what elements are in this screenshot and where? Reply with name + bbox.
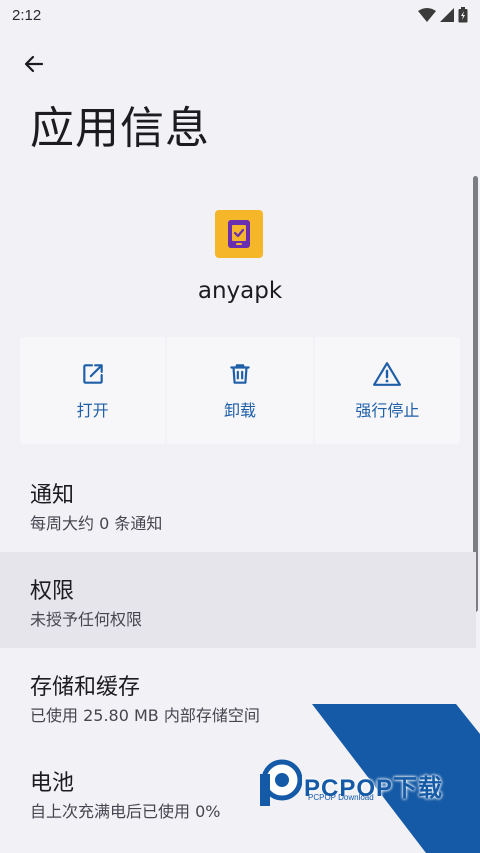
list-item-title: 存储和缓存 (30, 675, 141, 700)
status-time: 2:12 (12, 6, 42, 24)
action-row: 打开 卸载 强行停止 (20, 337, 460, 444)
page-title: 应用信息 (30, 103, 210, 154)
list-item-notifications[interactable]: 通知 每周大约 0 条通知 (0, 456, 476, 552)
phone-check-icon (228, 220, 250, 248)
open-button-label: 打开 (76, 400, 109, 420)
app-name: anyapk (197, 278, 283, 304)
app-icon (215, 210, 263, 258)
list-item-subtitle: 未授予任何权限 (30, 610, 143, 629)
list-item-title: 通知 (30, 483, 75, 508)
list-item-subtitle: 自上次充满电后已使用 0% (30, 802, 221, 821)
watermark-logo-icon (260, 759, 302, 806)
battery-icon (458, 7, 468, 23)
arrow-back-icon (24, 55, 44, 73)
status-bar: 2:12 (0, 0, 480, 30)
uninstall-button[interactable]: 卸载 (167, 337, 313, 444)
list-item-subtitle: 每周大约 0 条通知 (30, 514, 163, 533)
wifi-icon (418, 8, 436, 22)
list-item-permissions[interactable]: 权限 未授予任何权限 (0, 552, 476, 648)
list-item-title: 权限 (30, 579, 75, 604)
uninstall-button-label: 卸载 (223, 400, 256, 420)
trash-icon (230, 363, 250, 384)
signal-icon (440, 8, 454, 22)
list-item-storage[interactable]: 存储和缓存 已使用 25.80 MB 内部存储空间 (0, 648, 476, 744)
warning-icon (373, 361, 402, 386)
open-button[interactable]: 打开 (20, 337, 166, 444)
list-item-subtitle: 已使用 25.80 MB 内部存储空间 (30, 706, 260, 725)
watermark-subtext: PCPOP Download (308, 793, 374, 802)
force-stop-button[interactable]: 强行停止 (314, 337, 460, 444)
open-external-icon (82, 363, 103, 384)
status-icons (418, 7, 468, 23)
force-stop-button-label: 强行停止 (355, 400, 420, 420)
back-button[interactable] (14, 44, 54, 84)
